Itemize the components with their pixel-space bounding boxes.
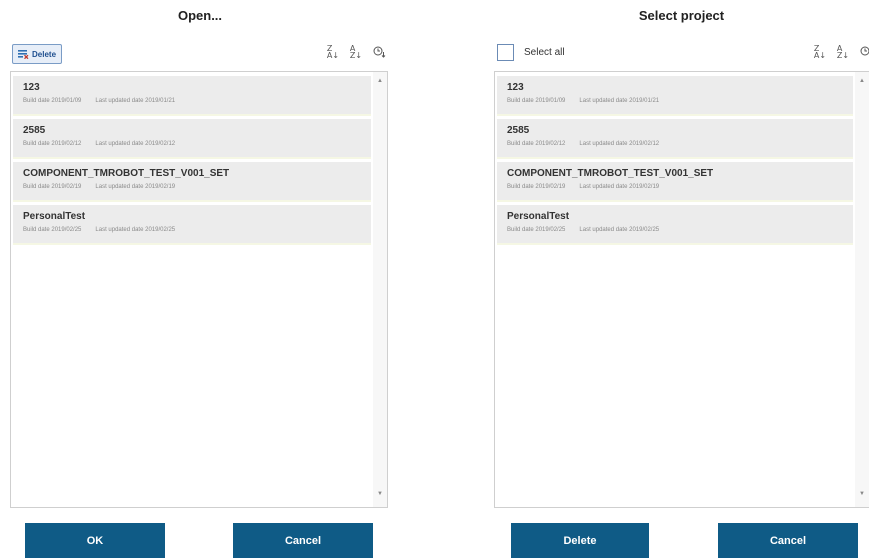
select-all-label: Select all <box>524 47 565 58</box>
sort-za-icon[interactable]: Z A↓ <box>326 44 340 60</box>
project-list[interactable]: 123 Build date 2019/01/09 Last updated dat… <box>10 71 388 508</box>
project-name: PersonalTest <box>507 211 570 222</box>
build-date-label: Build date <box>507 184 534 190</box>
build-date: 2019/02/19 <box>51 184 82 190</box>
project-list-item[interactable]: 123 Build date 2019/01/09 Last updated dat… <box>13 76 371 116</box>
project-name: PersonalTest <box>23 211 86 222</box>
updated-date: 2019/01/21 <box>629 98 660 104</box>
build-date-label: Build date <box>23 141 50 147</box>
build-date-label: Build date <box>507 227 534 233</box>
project-list-item[interactable]: COMPONENT_TMROBOT_TEST_V001_SET Build dat… <box>497 162 853 202</box>
project-dates: Build date 2019/02/12 Last updated date 2… <box>507 141 843 147</box>
project-dates: Build date 2019/01/09 Last updated date 2… <box>23 98 361 104</box>
project-dates: Build date 2019/01/09 Last updated date 2… <box>507 98 843 104</box>
checkbox-icon[interactable] <box>497 44 514 61</box>
updated-date: 2019/02/19 <box>145 184 176 190</box>
project-list-item[interactable]: PersonalTest Build date 2019/02/25 Last up… <box>497 205 853 245</box>
scroll-down-icon[interactable]: ▼ <box>855 487 869 501</box>
scrollbar[interactable]: ▲ ▼ <box>373 72 387 507</box>
project-dates: Build date 2019/02/19 Last updated date 2… <box>23 184 361 190</box>
build-date: 2019/02/25 <box>51 227 82 233</box>
project-list-item[interactable]: PersonalTest Build date 2019/02/25 Last up… <box>13 205 371 245</box>
project-list-item[interactable]: 2585 Build date 2019/02/12 Last updated da… <box>497 119 853 159</box>
project-dates: Build date 2019/02/25 Last updated date 2… <box>507 227 843 233</box>
project-name: 123 <box>23 82 40 93</box>
build-date-label: Build date <box>507 141 534 147</box>
project-name: 123 <box>507 82 524 93</box>
build-date: 2019/01/09 <box>51 98 82 104</box>
delete-mode-button[interactable]: Delete <box>12 44 63 64</box>
scrollbar[interactable]: ▲ ▼ <box>855 72 869 507</box>
updated-date-label: Last updated date <box>579 141 628 147</box>
sort-controls: Z A↓ A Z↓ <box>326 44 386 60</box>
updated-date: 2019/02/12 <box>145 141 176 147</box>
updated-date-label: Last updated date <box>579 227 628 233</box>
project-dates: Build date 2019/02/25 Last updated date 2… <box>23 227 361 233</box>
updated-date-label: Last updated date <box>95 184 144 190</box>
select-project-panel: Select project Select all Z A↓ A Z↓ 123 Bui… <box>494 0 869 558</box>
project-list-items: 123 Build date 2019/01/09 Last updated dat… <box>13 76 371 248</box>
project-list-item[interactable]: 123 Build date 2019/01/09 Last updated dat… <box>497 76 853 116</box>
build-date: 2019/02/19 <box>535 184 566 190</box>
updated-date: 2019/02/12 <box>629 141 660 147</box>
build-date-label: Build date <box>23 184 50 190</box>
build-date: 2019/02/25 <box>535 227 566 233</box>
updated-date: 2019/01/21 <box>145 98 176 104</box>
cancel-button[interactable]: Cancel <box>233 523 373 558</box>
sort-time-icon[interactable] <box>859 44 869 60</box>
cancel-button[interactable]: Cancel <box>718 523 858 558</box>
scroll-up-icon[interactable]: ▲ <box>373 74 387 88</box>
updated-date: 2019/02/25 <box>145 227 176 233</box>
project-list-item[interactable]: COMPONENT_TMROBOT_TEST_V001_SET Build dat… <box>13 162 371 202</box>
project-dates: Build date 2019/02/19 Last updated date 2… <box>507 184 843 190</box>
updated-date: 2019/02/25 <box>629 227 660 233</box>
build-date-label: Build date <box>23 98 50 104</box>
ok-button[interactable]: OK <box>25 523 165 558</box>
toolbar: Delete Z A↓ A Z↓ <box>10 42 390 66</box>
project-list[interactable]: 123 Build date 2019/01/09 Last updated dat… <box>494 71 869 508</box>
scroll-down-icon[interactable]: ▼ <box>373 487 387 501</box>
project-name: 2585 <box>23 125 46 136</box>
project-name: COMPONENT_TMROBOT_TEST_V001_SET <box>507 168 714 179</box>
updated-date-label: Last updated date <box>95 227 144 233</box>
project-list-items: 123 Build date 2019/01/09 Last updated dat… <box>497 76 853 248</box>
panel-title: Open... <box>177 8 223 23</box>
updated-date-label: Last updated date <box>579 98 628 104</box>
scroll-up-icon[interactable]: ▲ <box>855 74 869 88</box>
delete-list-icon <box>18 50 29 59</box>
updated-date-label: Last updated date <box>95 98 144 104</box>
panel-title: Select project <box>638 8 725 23</box>
project-dates: Build date 2019/02/12 Last updated date 2… <box>23 141 361 147</box>
build-date-label: Build date <box>23 227 50 233</box>
updated-date-label: Last updated date <box>579 184 628 190</box>
updated-date-label: Last updated date <box>95 141 144 147</box>
delete-mode-label: Delete <box>32 49 57 59</box>
sort-az-icon[interactable]: A Z↓ <box>349 44 363 60</box>
build-date: 2019/02/12 <box>51 141 82 147</box>
sort-time-icon[interactable] <box>372 44 386 60</box>
sort-za-icon[interactable]: Z A↓ <box>813 44 827 60</box>
sort-controls: Z A↓ A Z↓ <box>813 44 869 60</box>
project-list-item[interactable]: 2585 Build date 2019/02/12 Last updated da… <box>13 119 371 159</box>
project-name: 2585 <box>507 125 530 136</box>
build-date: 2019/01/09 <box>535 98 566 104</box>
open-panel: Open... Delete Z A↓ A Z↓ 123 Build date … <box>10 0 390 558</box>
select-all-checkbox[interactable]: Select all <box>497 44 565 61</box>
build-date: 2019/02/12 <box>535 141 566 147</box>
toolbar: Select all Z A↓ A Z↓ <box>494 42 869 66</box>
updated-date: 2019/02/19 <box>629 184 660 190</box>
build-date-label: Build date <box>507 98 534 104</box>
delete-button[interactable]: Delete <box>511 523 649 558</box>
sort-az-icon[interactable]: A Z↓ <box>836 44 850 60</box>
project-name: COMPONENT_TMROBOT_TEST_V001_SET <box>23 168 230 179</box>
